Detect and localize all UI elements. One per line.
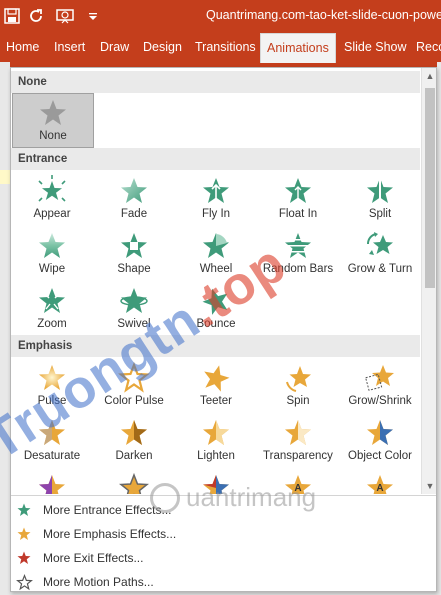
scroll-down-icon[interactable]: ▼ — [422, 478, 436, 494]
effect-fade[interactable]: Fade — [93, 172, 175, 226]
fly-in-star-icon — [199, 175, 233, 207]
section-header-entrance: Entrance — [11, 148, 420, 170]
effect-label: Wipe — [38, 263, 66, 275]
effect-label: Shape — [117, 263, 151, 275]
wipe-star-icon — [35, 230, 69, 262]
darken-star-icon — [117, 417, 151, 449]
random-bars-star-icon — [281, 230, 315, 262]
menu-item-label: More Motion Paths... — [43, 575, 154, 589]
svg-text:A: A — [376, 483, 383, 494]
object-color-star-icon — [363, 417, 397, 449]
float-in-star-icon — [281, 175, 315, 207]
notification-strip — [0, 170, 10, 184]
effect-zoom[interactable]: Zoom — [11, 282, 93, 336]
effect-split[interactable]: Split — [339, 172, 420, 226]
gallery-scrollbar[interactable]: ▲ ▼ — [421, 68, 436, 494]
effect-spin[interactable]: Spin — [257, 359, 339, 413]
menu-item-more-motion-paths[interactable]: More Motion Paths... — [11, 570, 436, 591]
effect-label: Zoom — [37, 318, 67, 330]
lightbulb-icon — [150, 482, 180, 513]
effect-label: Grow & Turn — [347, 263, 413, 275]
shape-star-icon — [117, 230, 151, 262]
effect-darken[interactable]: Darken — [93, 414, 175, 468]
menu-item-more-emphasis-effects[interactable]: More Emphasis Effects... — [11, 522, 436, 546]
window-title: Quantrimang.com-tao-ket-slide-cuon-powe — [206, 8, 441, 22]
effect-teeter[interactable]: Teeter — [175, 359, 257, 413]
menu-item-label: More Exit Effects... — [43, 551, 144, 565]
green-star-icon — [14, 500, 34, 520]
tab-draw[interactable]: Draw — [94, 32, 135, 62]
effect-appear[interactable]: Appear — [11, 172, 93, 226]
quantrimang-watermark: uantrimang — [150, 482, 316, 513]
grow-and-turn-star-icon — [363, 230, 397, 262]
gold-star-icon — [14, 524, 34, 544]
effect-label: Spin — [286, 395, 310, 407]
effect-object-color[interactable]: Object Color — [339, 414, 420, 468]
effect-label: Lighten — [197, 450, 235, 462]
effect-label: Split — [368, 208, 392, 220]
split-star-icon — [363, 175, 397, 207]
fade-star-icon — [117, 175, 151, 207]
effect-label: Fly In — [201, 208, 231, 220]
ribbon-background — [437, 62, 441, 595]
effect-none[interactable]: None — [12, 93, 94, 148]
tab-home[interactable]: Home — [0, 32, 45, 62]
effect-label: Fade — [120, 208, 148, 220]
customize-qat-icon[interactable] — [86, 6, 100, 26]
scroll-up-icon[interactable]: ▲ — [422, 68, 436, 84]
watermark-text: uantrimang — [186, 482, 317, 512]
ribbon-tabs: Home Insert Draw Design Transitions Anim… — [0, 32, 441, 63]
font-color-star-icon: A — [363, 472, 397, 494]
none-star-icon — [36, 97, 70, 129]
spin-star-icon — [281, 362, 315, 394]
section-header-emphasis: Emphasis — [11, 335, 420, 357]
scroll-thumb[interactable] — [425, 88, 435, 288]
grow-shrink-star-icon — [363, 362, 397, 394]
lighten-star-icon — [199, 417, 233, 449]
section-header-none: None — [11, 71, 420, 93]
red-star-icon — [14, 548, 34, 568]
redo-icon[interactable] — [26, 6, 46, 26]
effect-label: Transparency — [263, 450, 333, 462]
effect-label: Teeter — [200, 395, 232, 407]
effect-label: Object Color — [348, 450, 412, 462]
effect-label: Darken — [115, 450, 153, 462]
line-color-star-icon — [117, 472, 151, 494]
effect-grow-and-turn[interactable]: Grow & Turn — [339, 227, 420, 281]
tab-animations[interactable]: Animations — [260, 33, 336, 63]
effect-float-in[interactable]: Float In — [257, 172, 339, 226]
effect-fly-in[interactable]: Fly In — [175, 172, 257, 226]
effect-label: None — [39, 130, 67, 142]
start-from-beginning-icon[interactable] — [54, 6, 76, 26]
outline-star-icon — [14, 572, 34, 591]
tab-transitions[interactable]: Transitions — [189, 32, 262, 62]
transparency-star-icon — [281, 417, 315, 449]
teeter-star-icon — [199, 362, 233, 394]
complementary-color-star-icon — [35, 472, 69, 494]
effect-transparency[interactable]: Transparency — [257, 414, 339, 468]
menu-item-more-exit-effects[interactable]: More Exit Effects... — [11, 546, 436, 570]
slide-thumbnail-area — [0, 62, 10, 595]
effect-wipe[interactable]: Wipe — [11, 227, 93, 281]
effect-label: Grow/Shrink — [348, 395, 412, 407]
effect-complementary-color[interactable] — [11, 469, 93, 494]
tab-slide-show[interactable]: Slide Show — [338, 32, 413, 62]
effect-lighten[interactable]: Lighten — [175, 414, 257, 468]
zoom-star-icon — [35, 285, 69, 317]
tab-record[interactable]: Reco — [410, 32, 441, 62]
effect-label: Appear — [33, 208, 71, 220]
effect-shape[interactable]: Shape — [93, 227, 175, 281]
menu-item-label: More Emphasis Effects... — [43, 527, 177, 541]
title-bar: Quantrimang.com-tao-ket-slide-cuon-powe — [0, 0, 441, 32]
tab-insert[interactable]: Insert — [48, 32, 91, 62]
tab-design[interactable]: Design — [137, 32, 188, 62]
effect-label: Float In — [278, 208, 318, 220]
save-icon[interactable] — [2, 6, 22, 26]
appear-star-icon — [35, 175, 69, 207]
effect-font-color[interactable]: A — [339, 469, 420, 494]
effect-grow-shrink[interactable]: Grow/Shrink — [339, 359, 420, 413]
